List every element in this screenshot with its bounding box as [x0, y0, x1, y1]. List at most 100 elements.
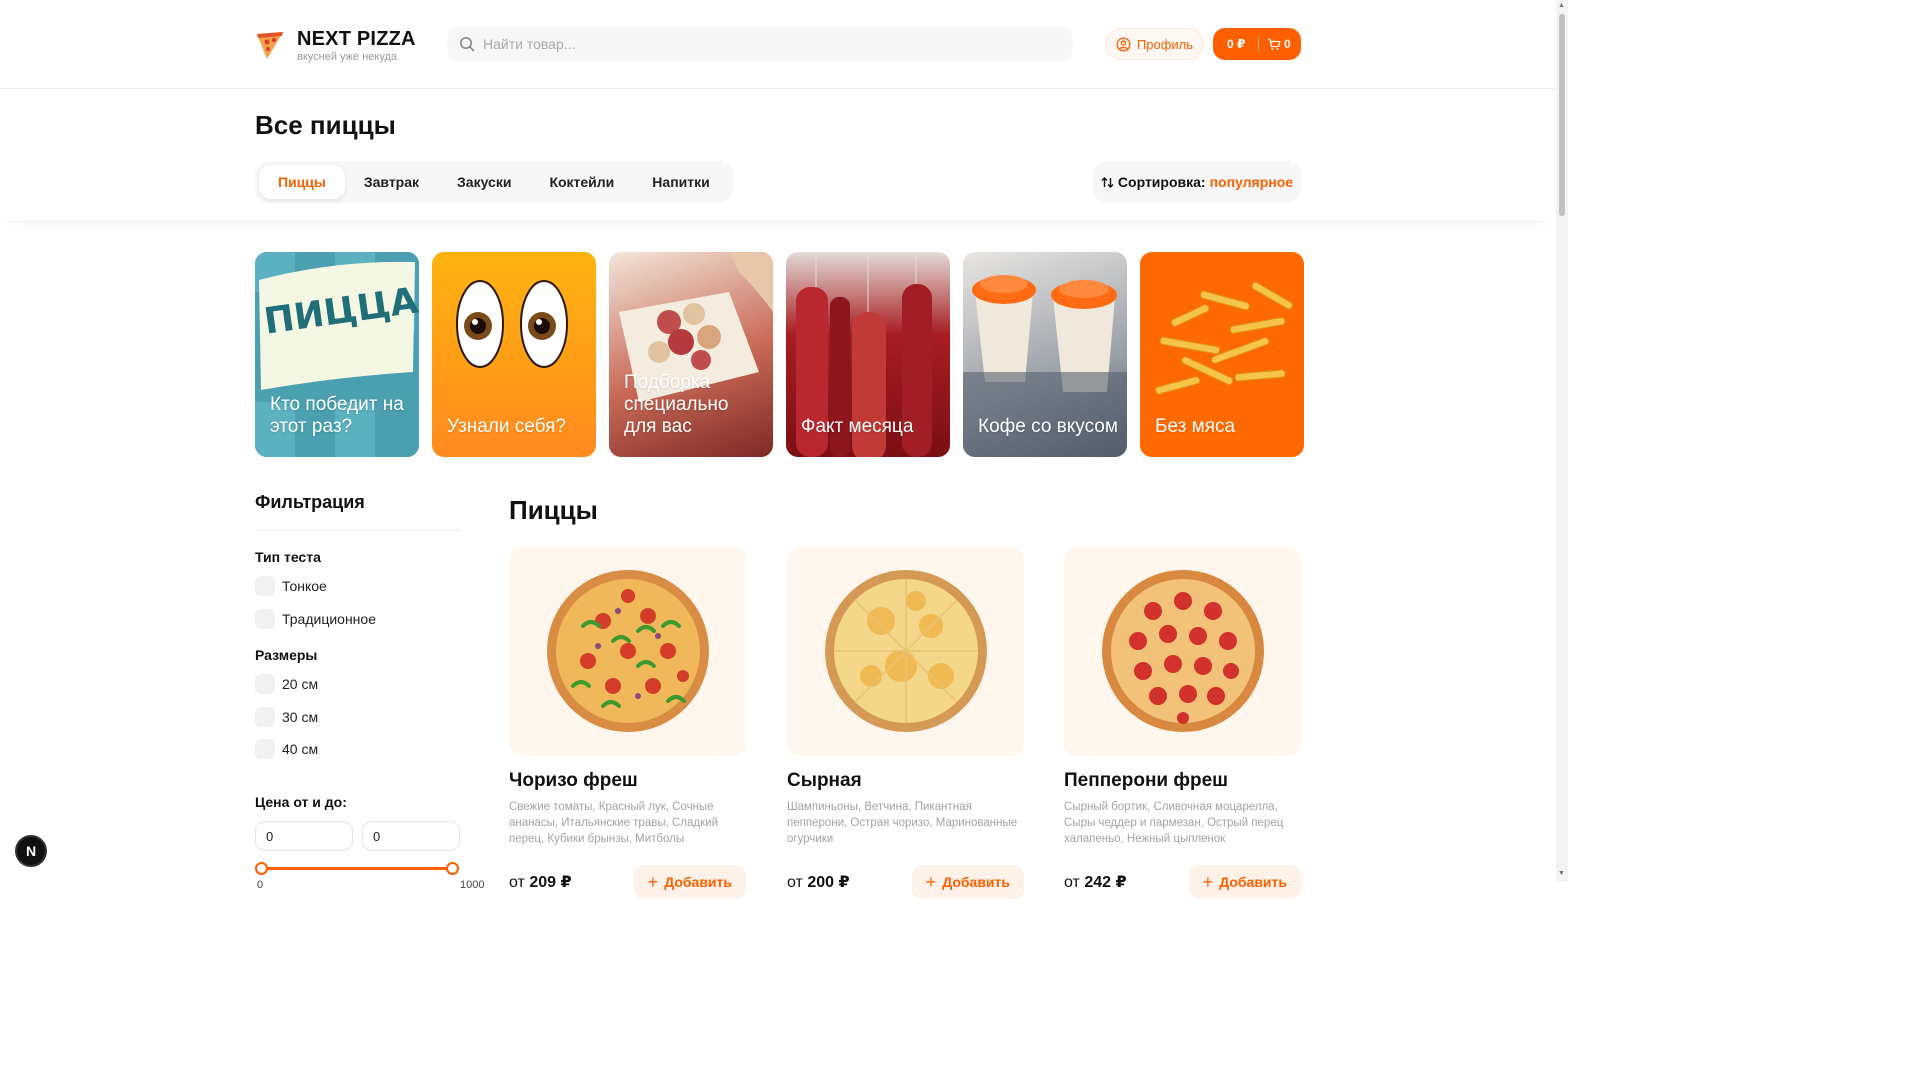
cart-button[interactable]: 0 ₽ 0 — [1213, 28, 1301, 60]
price-to-input[interactable]: 0 — [362, 821, 460, 851]
product-card[interactable]: Чоризо фреш Свежие томаты, Красный лук, … — [509, 546, 746, 899]
tab-cocktails[interactable]: Коктейли — [530, 165, 633, 199]
product-name: Сырная — [787, 770, 862, 791]
product-image[interactable] — [509, 546, 746, 756]
product-name: Пепперони фреш — [1064, 770, 1229, 791]
story-text: Узнали себя? — [447, 416, 566, 437]
logo[interactable]: NEXT PIZZA вкусней уже некуда — [255, 28, 416, 63]
story-card[interactable]: Кофе со вкусом — [963, 252, 1127, 457]
product-footer: от 242 ₽ + Добавить — [1064, 865, 1301, 899]
price-value: 209 ₽ — [529, 874, 572, 891]
product-description: Свежие томаты, Красный лук, Сочные анана… — [509, 801, 718, 845]
checkbox-size-40[interactable]: 40 см — [255, 739, 318, 759]
price-slider-max-thumb[interactable] — [446, 862, 459, 875]
stories-row: ПИЦЦА ФЕСТ Кто победит на этот раз? Узна… — [255, 252, 1304, 457]
plus-icon: + — [925, 871, 937, 892]
scrollbar-thumb[interactable] — [1559, 14, 1565, 216]
cart-count: 0 — [1284, 37, 1291, 51]
story-text: Кофе со вкусом — [978, 416, 1118, 437]
story-card[interactable]: Без мяса — [1140, 252, 1304, 457]
sort-label: Сортировка: — [1117, 174, 1206, 190]
price-slider-min-thumb[interactable] — [255, 862, 268, 875]
product-card[interactable]: Пепперони фреш Сырный бортик, Сливочная … — [1064, 546, 1301, 899]
price-prefix: от — [509, 874, 525, 891]
add-label: Добавить — [664, 874, 732, 890]
product-footer: от 200 ₽ + Добавить — [787, 865, 1024, 899]
logo-title: NEXT PIZZA — [297, 28, 416, 50]
section-title: Пиццы — [509, 495, 598, 525]
story-text: Факт месяца — [801, 416, 914, 437]
checkbox-box[interactable] — [255, 739, 275, 759]
category-tabs: Пиццы Завтрак Закуски Коктейли Напитки — [255, 161, 733, 203]
search-icon — [460, 37, 475, 52]
tab-pizzas[interactable]: Пиццы — [259, 165, 345, 199]
sort-arrows-icon — [1101, 176, 1114, 188]
product-price: от 200 ₽ — [787, 872, 850, 892]
filter-divider — [255, 530, 460, 531]
sort-value: популярное — [1209, 174, 1294, 190]
nextjs-dev-badge[interactable]: N — [15, 835, 47, 867]
story-card[interactable]: ПИЦЦА ФЕСТ Кто победит на этот раз? — [255, 252, 419, 457]
add-label: Добавить — [942, 874, 1010, 890]
tab-snacks[interactable]: Закуски — [438, 165, 530, 199]
header: NEXT PIZZA вкусней уже некуда Профиль 0 … — [0, 0, 1556, 89]
checkbox-box[interactable] — [255, 707, 275, 727]
add-label: Добавить — [1219, 874, 1287, 890]
product-description: Сырный бортик, Сливочная моцарелла, Сыры… — [1064, 801, 1284, 845]
page-scrollbar[interactable]: ▲ ▼ — [1556, 0, 1568, 882]
profile-label: Профиль — [1136, 36, 1194, 52]
tab-drinks[interactable]: Напитки — [633, 165, 728, 199]
tab-breakfast[interactable]: Завтрак — [345, 165, 438, 199]
plus-icon: + — [647, 871, 659, 892]
price-slider-min-label: 0 — [257, 879, 264, 891]
checkbox-label: 40 см — [282, 741, 319, 757]
price-prefix: от — [1064, 874, 1080, 891]
plus-icon: + — [1202, 871, 1214, 892]
checkbox-size-30[interactable]: 30 см — [255, 707, 318, 727]
sizes-title: Размеры — [255, 647, 318, 663]
scroll-up-arrow-icon[interactable]: ▲ — [1558, 2, 1565, 9]
scroll-down-arrow-icon[interactable]: ▼ — [1558, 870, 1565, 877]
checkbox-box[interactable] — [255, 609, 275, 629]
page-title: Все пиццы — [255, 110, 396, 140]
price-prefix: от — [787, 874, 803, 891]
cart-count-wrap: 0 — [1259, 37, 1291, 51]
user-circle-icon — [1116, 36, 1131, 52]
product-image[interactable] — [1064, 546, 1301, 756]
pepperoni-pizza-image — [1101, 570, 1264, 732]
checkbox-box[interactable] — [255, 576, 275, 596]
story-card[interactable]: Узнали себя? — [432, 252, 596, 457]
product-price: от 209 ₽ — [509, 872, 572, 892]
price-value: 200 ₽ — [807, 874, 850, 891]
search-input[interactable] — [483, 36, 1043, 52]
profile-button[interactable]: Профиль — [1105, 28, 1204, 60]
product-card[interactable]: Сырная Шампиньоны, Ветчина, Пикантная пе… — [787, 546, 1024, 899]
price-slider-max-label: 1000 — [460, 879, 485, 891]
add-to-cart-button[interactable]: + Добавить — [633, 865, 746, 899]
sort-dropdown[interactable]: Сортировка: популярное — [1093, 161, 1301, 203]
top-bar — [0, 89, 1556, 220]
add-to-cart-button[interactable]: + Добавить — [911, 865, 1024, 899]
story-card[interactable]: Подборка специально для вас — [609, 252, 773, 457]
checkbox-label: 30 см — [282, 709, 319, 725]
checkbox-label: Традиционное — [282, 611, 376, 627]
price-slider-track[interactable] — [262, 867, 453, 870]
dough-type-title: Тип теста — [255, 549, 321, 565]
product-price: от 242 ₽ — [1064, 872, 1127, 892]
checkbox-label: 20 см — [282, 676, 319, 692]
checkbox-box[interactable] — [255, 674, 275, 694]
price-from-input[interactable]: 0 — [255, 821, 353, 851]
checkbox-thin[interactable]: Тонкое — [255, 576, 327, 596]
checkbox-traditional[interactable]: Традиционное — [255, 609, 376, 629]
story-text: Кто победит на этот раз? — [270, 394, 404, 437]
story-text: Подборка специально для вас — [624, 372, 729, 437]
logo-subtitle: вкусней уже некуда — [297, 51, 398, 63]
shopping-cart-icon — [1268, 38, 1281, 50]
product-name: Чоризо фреш — [509, 770, 638, 791]
pizza-logo-icon — [257, 32, 283, 59]
add-to-cart-button[interactable]: + Добавить — [1188, 865, 1301, 899]
story-card[interactable]: Факт месяца — [786, 252, 950, 457]
search-bar[interactable] — [447, 26, 1073, 62]
product-image[interactable] — [787, 546, 1024, 756]
checkbox-size-20[interactable]: 20 см — [255, 674, 318, 694]
